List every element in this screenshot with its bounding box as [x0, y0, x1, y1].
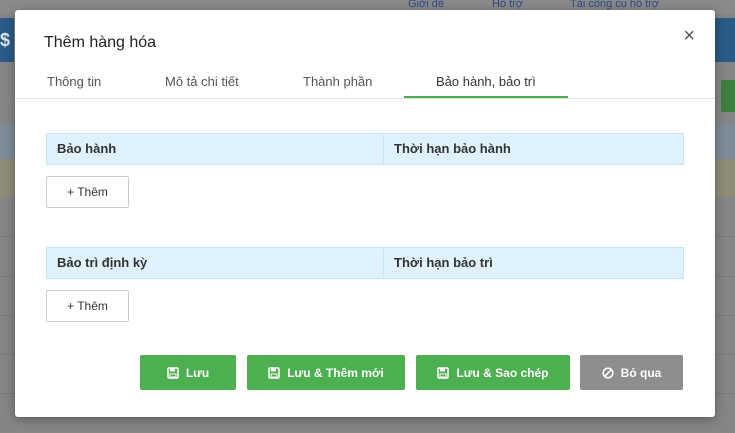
maintenance-column-header: Bảo trì định kỳ — [47, 248, 384, 278]
tab-components[interactable]: Thành phần — [303, 74, 372, 89]
ban-icon — [602, 366, 614, 379]
background-header-bar: $ — [0, 18, 14, 62]
bg-link-3: Tài công cụ hỗ trợ — [570, 0, 660, 10]
floppy-disk-icon — [167, 366, 179, 379]
save-and-copy-button-label: Lưu & Sao chép — [456, 365, 549, 380]
skip-button-label: Bỏ qua — [620, 365, 662, 380]
bg-symbol: $ — [0, 30, 11, 50]
warranty-table-header: Bảo hành Thời hạn bảo hành — [46, 133, 684, 165]
close-icon[interactable]: × — [683, 26, 695, 46]
warranty-period-column-header: Thời hạn bảo hành — [394, 141, 511, 156]
save-and-new-button[interactable]: Lưu & Thêm mới — [247, 355, 405, 390]
save-and-copy-button[interactable]: Lưu & Sao chép — [416, 355, 570, 390]
background-green-button — [721, 80, 735, 112]
save-and-new-button-label: Lưu & Thêm mới — [287, 365, 384, 380]
warranty-column-header: Bảo hành — [47, 134, 384, 164]
tab-bar: Thông tin Mô tả chi tiết Thành phần Bảo … — [15, 70, 715, 99]
modal-title: Thêm hàng hóa — [44, 34, 157, 51]
save-button[interactable]: Lưu — [140, 355, 236, 390]
bg-link-2: Hỗ trợ — [492, 0, 524, 10]
floppy-disk-icon — [437, 366, 450, 379]
skip-button[interactable]: Bỏ qua — [580, 355, 683, 390]
add-warranty-button[interactable]: + Thêm — [46, 176, 129, 208]
add-maintenance-button[interactable]: + Thêm — [46, 290, 129, 322]
tab-description[interactable]: Mô tả chi tiết — [165, 74, 239, 89]
background-header-bar-right — [715, 18, 735, 62]
active-tab-indicator — [404, 96, 568, 98]
save-button-label: Lưu — [185, 365, 210, 380]
tab-info[interactable]: Thông tin — [47, 74, 101, 89]
add-product-modal: Thêm hàng hóa × Thông tin Mô tả chi tiết… — [15, 10, 715, 417]
bg-link-1: Giới đề — [408, 0, 444, 10]
maintenance-table-header: Bảo trì định kỳ Thời hạn bảo trì — [46, 247, 684, 279]
tab-warranty-maintenance[interactable]: Bảo hành, bảo trì — [436, 74, 536, 89]
maintenance-period-column-header: Thời hạn bảo trì — [394, 255, 493, 270]
floppy-disk-icon — [268, 366, 280, 379]
